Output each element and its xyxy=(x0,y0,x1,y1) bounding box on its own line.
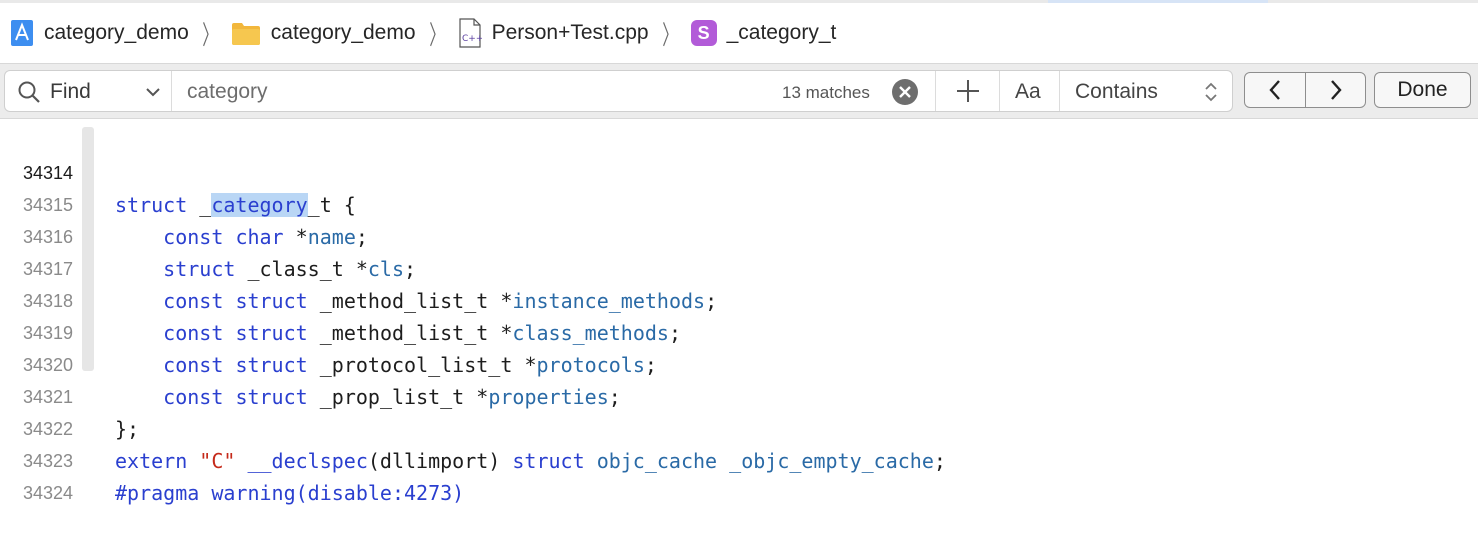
find-mode-selector[interactable]: Find xyxy=(5,71,172,111)
cpp-file-icon: C++ xyxy=(458,18,483,48)
done-button[interactable]: Done xyxy=(1374,72,1471,108)
find-mode-label: Find xyxy=(50,80,91,103)
divider xyxy=(999,71,1000,111)
chevron-right-icon: 〉 xyxy=(428,19,445,50)
chevron-right-icon: 〉 xyxy=(201,19,218,50)
add-pattern-button[interactable] xyxy=(955,73,981,115)
search-input[interactable]: category xyxy=(187,80,268,104)
chevron-right-icon: 〉 xyxy=(661,19,678,50)
code-line: 34318 const struct _method_list_t *class… xyxy=(0,253,1478,345)
folder-icon xyxy=(231,20,261,46)
divider xyxy=(935,71,936,111)
search-icon xyxy=(17,80,41,109)
find-bar: Find category 13 matches Aa Contains Don… xyxy=(0,63,1478,119)
line-number: 34324 xyxy=(22,483,73,503)
updown-chevron-icon xyxy=(1203,80,1219,109)
breadcrumb-file-label: Person+Test.cpp xyxy=(491,21,649,44)
chevron-left-icon xyxy=(1269,80,1280,100)
breadcrumb-symbol[interactable]: S _category_t xyxy=(690,3,837,63)
close-icon xyxy=(899,86,911,98)
code-line: 34315 const char *name; xyxy=(0,157,1478,249)
code-line: 34316 struct _class_t *cls; xyxy=(0,189,1478,281)
clear-search-button[interactable] xyxy=(892,79,918,105)
code-line: 34323 #pragma warning(disable:4273) xyxy=(0,413,1478,505)
breadcrumb-project[interactable]: category_demo xyxy=(0,3,189,63)
plus-icon xyxy=(957,80,979,102)
breadcrumb-project-label: category_demo xyxy=(44,21,189,44)
find-field: Find category 13 matches Aa Contains xyxy=(4,70,1233,112)
code-editor[interactable]: 34314 struct _category_t { 34315 const c… xyxy=(0,119,1478,505)
match-type-select[interactable]: Contains xyxy=(1075,80,1158,104)
xcode-project-icon xyxy=(10,19,34,47)
match-navigation xyxy=(1244,72,1366,108)
cpp-file-icon-label: C++ xyxy=(462,34,482,44)
match-count: 13 matches xyxy=(782,83,870,102)
code-line: 34320 const struct _prop_list_t *propert… xyxy=(0,317,1478,409)
divider xyxy=(1059,71,1060,111)
code-line: 34317 const struct _method_list_t *insta… xyxy=(0,221,1478,313)
breadcrumb-file[interactable]: C++ Person+Test.cpp xyxy=(458,3,649,63)
code-line: 34314 struct _category_t { xyxy=(0,125,1478,217)
jump-bar: category_demo 〉 category_demo 〉 C++ Pers… xyxy=(0,3,1478,63)
breadcrumb-symbol-label: _category_t xyxy=(726,21,837,44)
breadcrumb-folder[interactable]: category_demo xyxy=(231,3,416,63)
code-line: 34322 extern "C" __declspec(dllimport) s… xyxy=(0,381,1478,473)
previous-match-button[interactable] xyxy=(1245,73,1305,107)
next-match-button[interactable] xyxy=(1306,73,1366,107)
chevron-down-icon xyxy=(145,85,161,103)
code-line: 34324 xyxy=(0,445,1478,503)
breadcrumb-folder-label: category_demo xyxy=(270,21,416,44)
code-line: 34321 }; xyxy=(0,349,1478,441)
code-text: #pragma warning(disable:4273) xyxy=(115,481,465,505)
code-line: 34319 const struct _protocol_list_t *pro… xyxy=(0,285,1478,377)
match-case-toggle[interactable]: Aa xyxy=(1015,80,1041,104)
chevron-right-icon xyxy=(1331,80,1342,100)
struct-symbol-icon: S xyxy=(690,20,717,46)
